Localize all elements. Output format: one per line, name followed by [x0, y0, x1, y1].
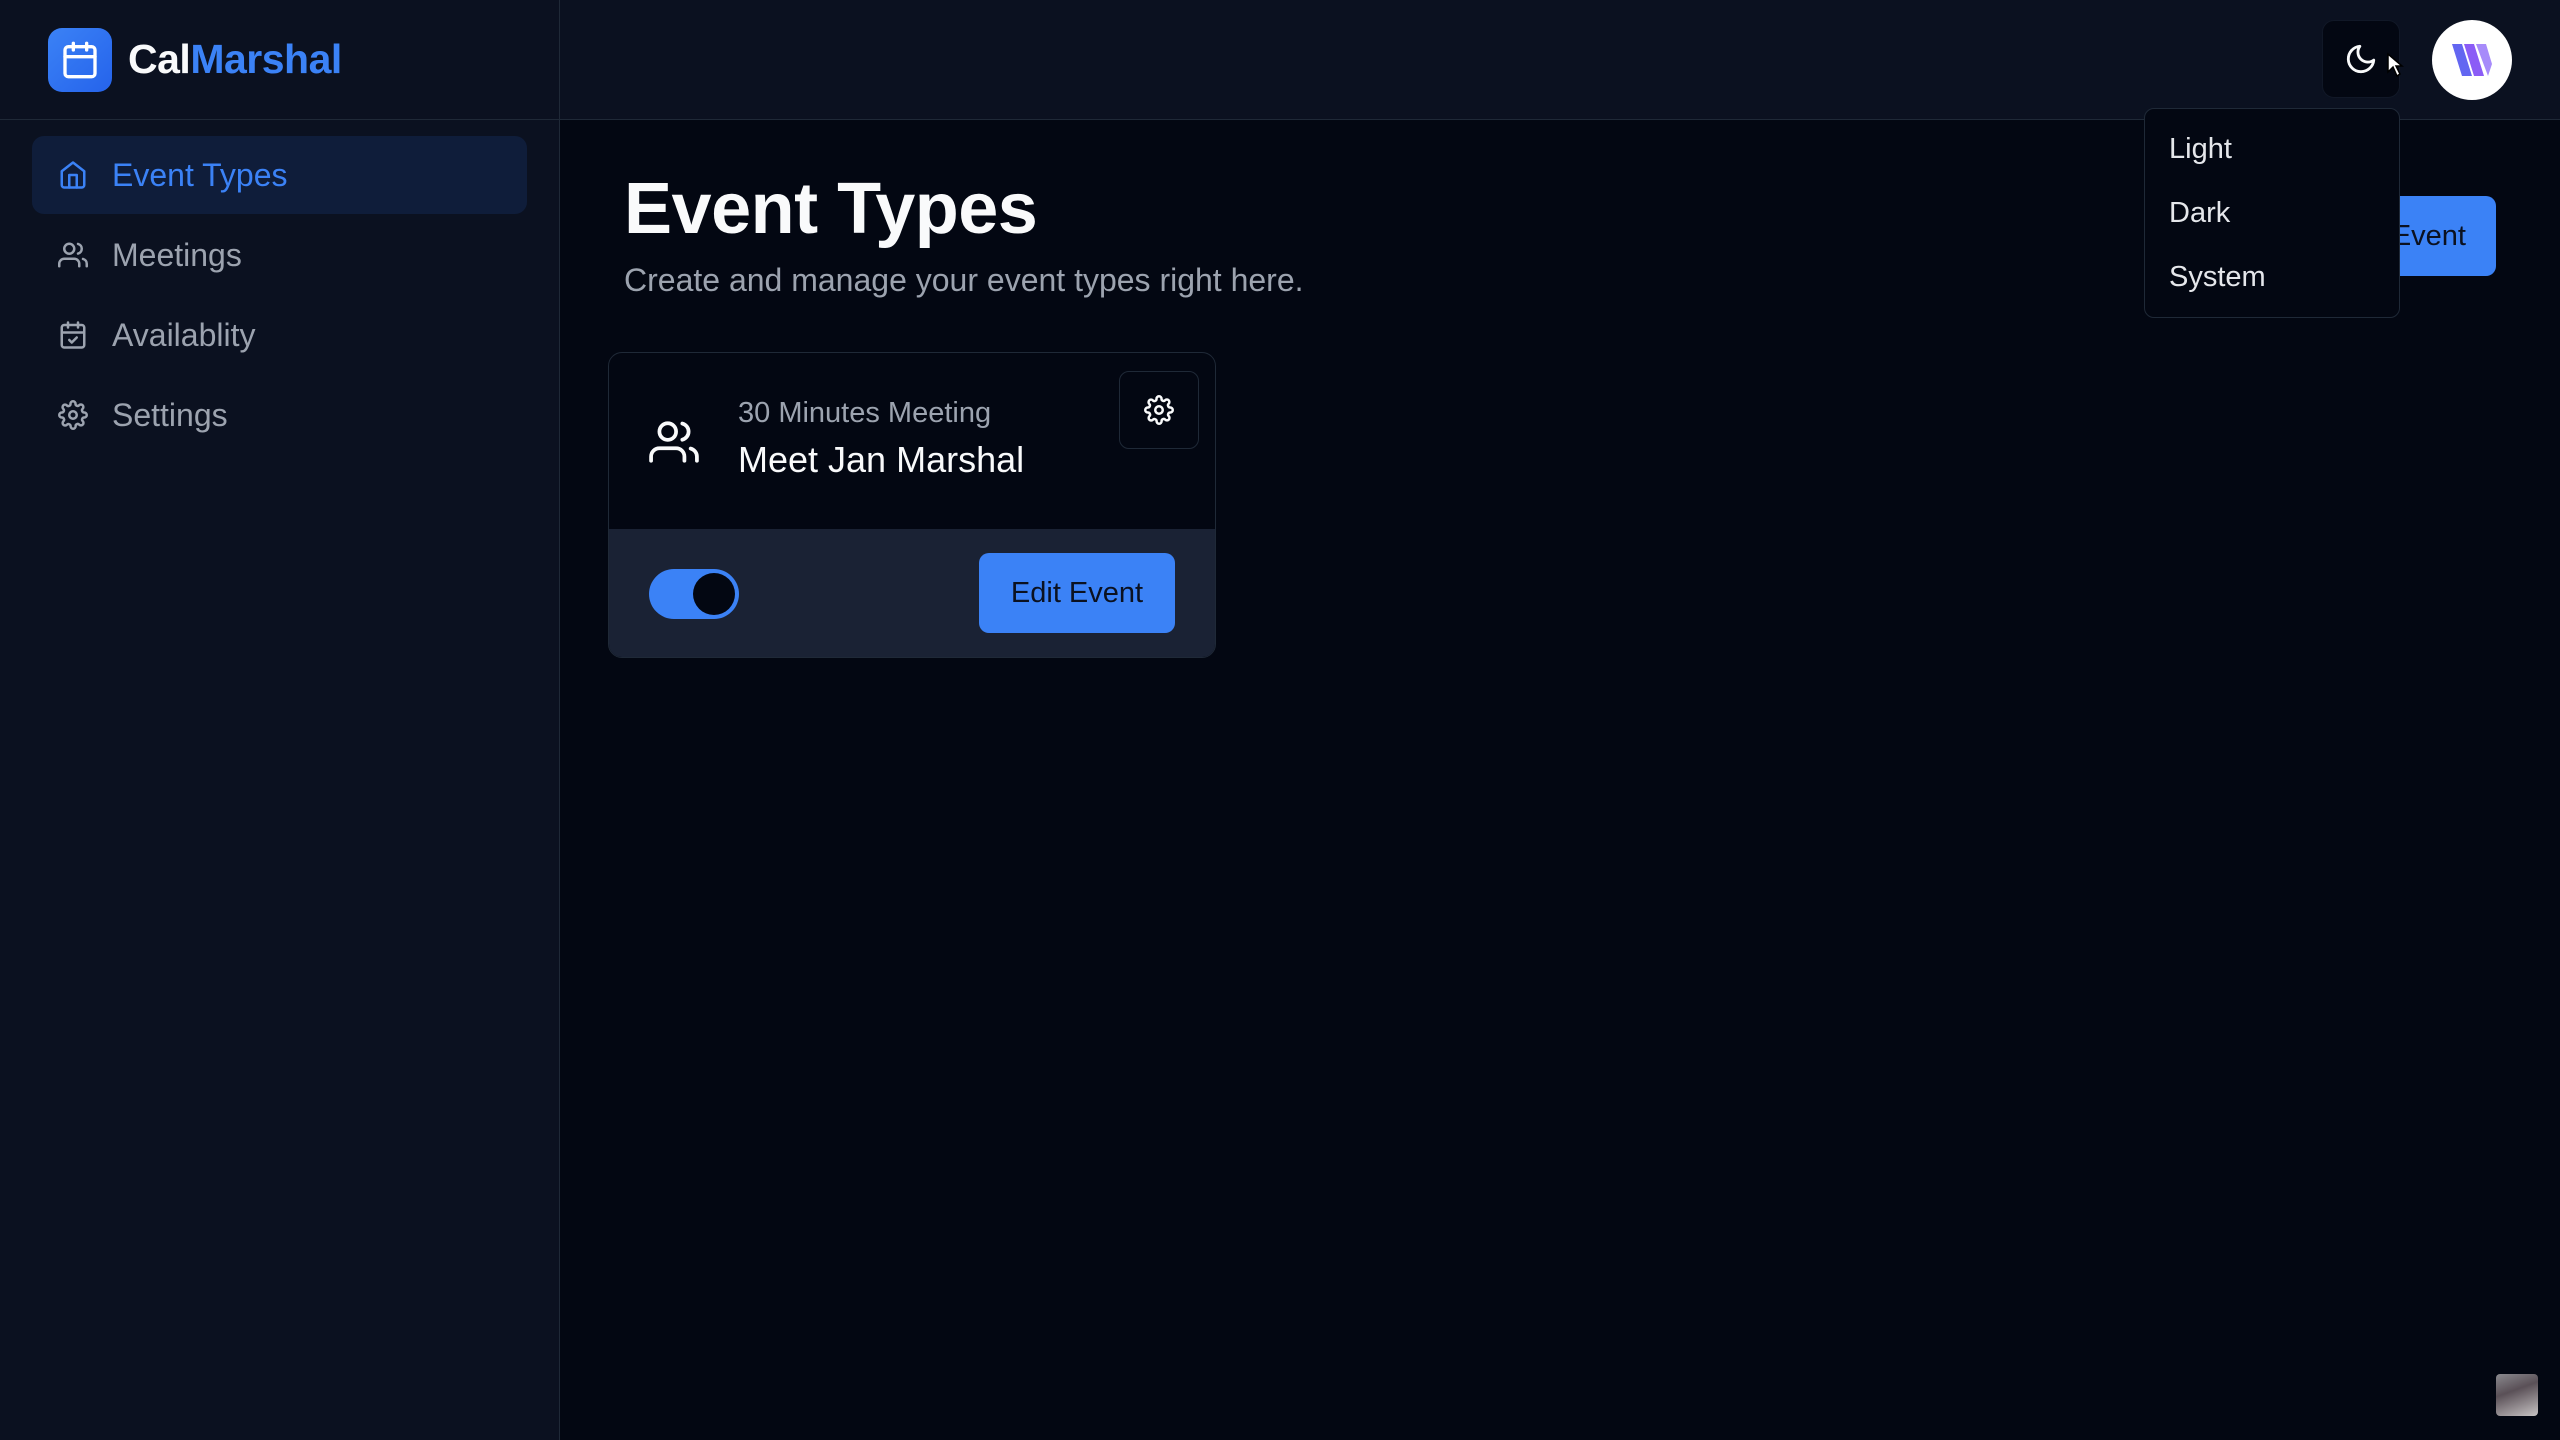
event-card-footer: Edit Event: [609, 529, 1215, 657]
sidebar-item-label: Event Types: [112, 156, 288, 193]
webcam-thumbnail: [2496, 1374, 2538, 1416]
event-card-header: 30 Minutes Meeting Meet Jan Marshal: [609, 353, 1215, 529]
toggle-knob: [693, 573, 735, 615]
page-subtitle: Create and manage your event types right…: [624, 262, 1304, 298]
gear-icon: [1144, 395, 1174, 425]
sidebar-item-label: Settings: [112, 396, 228, 433]
edit-event-button[interactable]: Edit Event: [979, 553, 1175, 633]
calendar-check-icon: [56, 318, 90, 352]
brand-name-part2: Marshal: [190, 36, 342, 82]
event-duration: 30 Minutes Meeting: [738, 397, 992, 429]
mouse-cursor-icon: [2387, 52, 2404, 78]
sidebar-item-meetings[interactable]: Meetings: [32, 216, 527, 294]
sidebar-item-settings[interactable]: Settings: [32, 376, 527, 454]
page-title: Event Types: [624, 169, 1038, 249]
top-header: [560, 0, 2560, 120]
brand-name: CalMarshal: [128, 36, 342, 83]
event-enabled-toggle[interactable]: [649, 569, 739, 619]
calendar-icon: [48, 27, 112, 92]
avatar[interactable]: [2432, 20, 2512, 100]
sidebar-item-event-types[interactable]: Event Types: [32, 136, 527, 214]
sidebar-item-label: Meetings: [112, 236, 242, 273]
moon-icon: [2346, 44, 2376, 74]
theme-option-light[interactable]: Light: [2145, 117, 2399, 181]
avatar-logo-icon: [2452, 44, 2492, 76]
home-icon: [56, 158, 90, 192]
theme-menu: Light Dark System: [2144, 108, 2400, 318]
sidebar-item-label: Availablity: [112, 316, 256, 353]
theme-option-system[interactable]: System: [2145, 245, 2399, 309]
event-settings-button[interactable]: [1119, 371, 1199, 449]
event-name: Meet Jan Marshal: [738, 439, 1025, 480]
sidebar-nav: Event Types Meetings Availablity Setting…: [0, 120, 559, 454]
sidebar: CalMarshal Event Types Meetings Availabl…: [0, 0, 560, 1440]
gear-icon: [56, 398, 90, 432]
theme-option-dark[interactable]: Dark: [2145, 181, 2399, 245]
users-icon: [56, 238, 90, 272]
brand-name-part1: Cal: [128, 36, 191, 82]
sidebar-item-availability[interactable]: Availablity: [32, 296, 527, 374]
event-card: 30 Minutes Meeting Meet Jan Marshal Edit…: [608, 352, 1216, 658]
brand: CalMarshal: [0, 0, 559, 120]
users-icon: [649, 421, 699, 463]
